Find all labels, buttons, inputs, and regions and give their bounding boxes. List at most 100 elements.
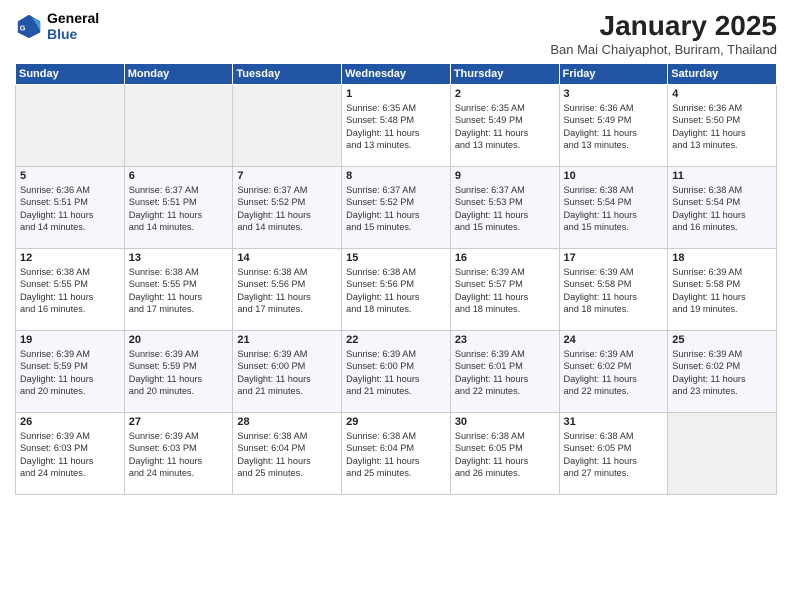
weekday-header-friday: Friday bbox=[559, 64, 668, 85]
day-info: Sunrise: 6:39 AM Sunset: 5:59 PM Dayligh… bbox=[20, 348, 120, 398]
day-info: Sunrise: 6:35 AM Sunset: 5:48 PM Dayligh… bbox=[346, 102, 446, 152]
calendar-cell: 29Sunrise: 6:38 AM Sunset: 6:04 PM Dayli… bbox=[342, 413, 451, 495]
title-block: January 2025 Ban Mai Chaiyaphot, Buriram… bbox=[550, 10, 777, 57]
calendar-subtitle: Ban Mai Chaiyaphot, Buriram, Thailand bbox=[550, 42, 777, 57]
day-number: 25 bbox=[672, 334, 772, 346]
day-info: Sunrise: 6:36 AM Sunset: 5:49 PM Dayligh… bbox=[564, 102, 664, 152]
calendar-cell bbox=[668, 413, 777, 495]
calendar-cell: 31Sunrise: 6:38 AM Sunset: 6:05 PM Dayli… bbox=[559, 413, 668, 495]
week-row-5: 26 Sunrise: 6:39 AM Sunset: 6:03 PM Dayli… bbox=[16, 413, 777, 495]
logo-line1: General bbox=[47, 10, 99, 26]
calendar-cell: 20Sunrise: 6:39 AM Sunset: 5:59 PM Dayli… bbox=[124, 331, 233, 413]
day-number: 23 bbox=[455, 334, 555, 346]
day-info: Sunrise: 6:39 AM Sunset: 5:58 PM Dayligh… bbox=[672, 266, 772, 316]
calendar-title: January 2025 bbox=[550, 10, 777, 42]
day-info: Sunrise: 6:38 AM Sunset: 5:54 PM Dayligh… bbox=[564, 184, 664, 234]
day-number: 16 bbox=[455, 252, 555, 264]
day-number: 14 bbox=[237, 252, 337, 264]
week-row-3: 12 Sunrise: 6:38 AM Sunset: 5:55 PM Dayli… bbox=[16, 249, 777, 331]
day-info: Sunrise: 6:37 AM Sunset: 5:52 PM Dayligh… bbox=[346, 184, 446, 234]
day-number: 6 bbox=[129, 170, 229, 182]
calendar-body: 1 Sunrise: 6:35 AM Sunset: 5:48 PM Daylig… bbox=[16, 85, 777, 495]
day-info: Sunrise: 6:38 AM Sunset: 5:56 PM Dayligh… bbox=[346, 266, 446, 316]
day-info: Sunrise: 6:38 AM Sunset: 5:54 PM Dayligh… bbox=[672, 184, 772, 234]
day-number: 29 bbox=[346, 416, 446, 428]
calendar-cell: 21 Sunrise: 6:39 AM Sunset: 6:00 PM Dayli… bbox=[233, 331, 342, 413]
day-info: Sunrise: 6:38 AM Sunset: 6:05 PM Dayligh… bbox=[564, 430, 664, 480]
day-number: 1 bbox=[346, 88, 446, 100]
weekday-header-monday: Monday bbox=[124, 64, 233, 85]
calendar-cell: 10Sunrise: 6:38 AM Sunset: 5:54 PM Dayli… bbox=[559, 167, 668, 249]
week-row-4: 19 Sunrise: 6:39 AM Sunset: 5:59 PM Dayli… bbox=[16, 331, 777, 413]
day-number: 30 bbox=[455, 416, 555, 428]
calendar-cell: 19 Sunrise: 6:39 AM Sunset: 5:59 PM Dayli… bbox=[16, 331, 125, 413]
day-info: Sunrise: 6:38 AM Sunset: 6:04 PM Dayligh… bbox=[237, 430, 337, 480]
week-row-2: 5Sunrise: 6:36 AM Sunset: 5:51 PM Daylig… bbox=[16, 167, 777, 249]
day-info: Sunrise: 6:39 AM Sunset: 6:03 PM Dayligh… bbox=[129, 430, 229, 480]
day-number: 15 bbox=[346, 252, 446, 264]
day-number: 28 bbox=[237, 416, 337, 428]
calendar-cell: 27 Sunrise: 6:39 AM Sunset: 6:03 PM Dayli… bbox=[124, 413, 233, 495]
day-number: 13 bbox=[129, 252, 229, 264]
day-info: Sunrise: 6:39 AM Sunset: 6:00 PM Dayligh… bbox=[237, 348, 337, 398]
day-number: 27 bbox=[129, 416, 229, 428]
logo: G General Blue bbox=[15, 10, 99, 42]
day-info: Sunrise: 6:36 AM Sunset: 5:50 PM Dayligh… bbox=[672, 102, 772, 152]
calendar-header: SundayMondayTuesdayWednesdayThursdayFrid… bbox=[16, 64, 777, 85]
day-number: 22 bbox=[346, 334, 446, 346]
day-info: Sunrise: 6:39 AM Sunset: 5:58 PM Dayligh… bbox=[564, 266, 664, 316]
calendar-cell: 23 Sunrise: 6:39 AM Sunset: 6:01 PM Dayli… bbox=[450, 331, 559, 413]
calendar-cell: 1 Sunrise: 6:35 AM Sunset: 5:48 PM Daylig… bbox=[342, 85, 451, 167]
day-number: 11 bbox=[672, 170, 772, 182]
calendar-cell bbox=[233, 85, 342, 167]
week-row-1: 1 Sunrise: 6:35 AM Sunset: 5:48 PM Daylig… bbox=[16, 85, 777, 167]
day-number: 24 bbox=[564, 334, 664, 346]
day-info: Sunrise: 6:39 AM Sunset: 6:03 PM Dayligh… bbox=[20, 430, 120, 480]
calendar-cell: 14 Sunrise: 6:38 AM Sunset: 5:56 PM Dayli… bbox=[233, 249, 342, 331]
calendar-cell: 22 Sunrise: 6:39 AM Sunset: 6:00 PM Dayli… bbox=[342, 331, 451, 413]
header: G General Blue January 2025 Ban Mai Chai… bbox=[15, 10, 777, 57]
calendar-cell bbox=[16, 85, 125, 167]
day-info: Sunrise: 6:39 AM Sunset: 6:02 PM Dayligh… bbox=[672, 348, 772, 398]
day-number: 21 bbox=[237, 334, 337, 346]
day-info: Sunrise: 6:37 AM Sunset: 5:52 PM Dayligh… bbox=[237, 184, 337, 234]
day-info: Sunrise: 6:39 AM Sunset: 6:01 PM Dayligh… bbox=[455, 348, 555, 398]
calendar-cell: 5Sunrise: 6:36 AM Sunset: 5:51 PM Daylig… bbox=[16, 167, 125, 249]
calendar-cell: 25 Sunrise: 6:39 AM Sunset: 6:02 PM Dayli… bbox=[668, 331, 777, 413]
weekday-header-thursday: Thursday bbox=[450, 64, 559, 85]
calendar-cell: 18 Sunrise: 6:39 AM Sunset: 5:58 PM Dayli… bbox=[668, 249, 777, 331]
day-number: 2 bbox=[455, 88, 555, 100]
calendar-cell: 16Sunrise: 6:39 AM Sunset: 5:57 PM Dayli… bbox=[450, 249, 559, 331]
day-number: 18 bbox=[672, 252, 772, 264]
calendar-cell: 12 Sunrise: 6:38 AM Sunset: 5:55 PM Dayli… bbox=[16, 249, 125, 331]
logo-line2: Blue bbox=[47, 26, 99, 42]
weekday-header-sunday: Sunday bbox=[16, 64, 125, 85]
day-info: Sunrise: 6:38 AM Sunset: 5:55 PM Dayligh… bbox=[129, 266, 229, 316]
weekday-header-saturday: Saturday bbox=[668, 64, 777, 85]
weekday-header-wednesday: Wednesday bbox=[342, 64, 451, 85]
day-info: Sunrise: 6:38 AM Sunset: 5:55 PM Dayligh… bbox=[20, 266, 120, 316]
logo-icon: G bbox=[15, 12, 43, 40]
calendar-cell: 3Sunrise: 6:36 AM Sunset: 5:49 PM Daylig… bbox=[559, 85, 668, 167]
page: G General Blue January 2025 Ban Mai Chai… bbox=[0, 0, 792, 612]
day-info: Sunrise: 6:39 AM Sunset: 6:02 PM Dayligh… bbox=[564, 348, 664, 398]
day-info: Sunrise: 6:39 AM Sunset: 5:59 PM Dayligh… bbox=[129, 348, 229, 398]
day-number: 12 bbox=[20, 252, 120, 264]
calendar-cell: 26 Sunrise: 6:39 AM Sunset: 6:03 PM Dayli… bbox=[16, 413, 125, 495]
calendar-cell bbox=[124, 85, 233, 167]
day-info: Sunrise: 6:35 AM Sunset: 5:49 PM Dayligh… bbox=[455, 102, 555, 152]
calendar-cell: 11 Sunrise: 6:38 AM Sunset: 5:54 PM Dayli… bbox=[668, 167, 777, 249]
day-info: Sunrise: 6:38 AM Sunset: 6:05 PM Dayligh… bbox=[455, 430, 555, 480]
calendar-cell: 2 Sunrise: 6:35 AM Sunset: 5:49 PM Daylig… bbox=[450, 85, 559, 167]
day-info: Sunrise: 6:39 AM Sunset: 6:00 PM Dayligh… bbox=[346, 348, 446, 398]
day-number: 7 bbox=[237, 170, 337, 182]
svg-text:G: G bbox=[20, 24, 26, 33]
weekday-header-tuesday: Tuesday bbox=[233, 64, 342, 85]
day-number: 26 bbox=[20, 416, 120, 428]
calendar-cell: 9Sunrise: 6:37 AM Sunset: 5:53 PM Daylig… bbox=[450, 167, 559, 249]
weekday-row: SundayMondayTuesdayWednesdayThursdayFrid… bbox=[16, 64, 777, 85]
day-number: 19 bbox=[20, 334, 120, 346]
day-info: Sunrise: 6:38 AM Sunset: 5:56 PM Dayligh… bbox=[237, 266, 337, 316]
day-info: Sunrise: 6:36 AM Sunset: 5:51 PM Dayligh… bbox=[20, 184, 120, 234]
day-number: 9 bbox=[455, 170, 555, 182]
